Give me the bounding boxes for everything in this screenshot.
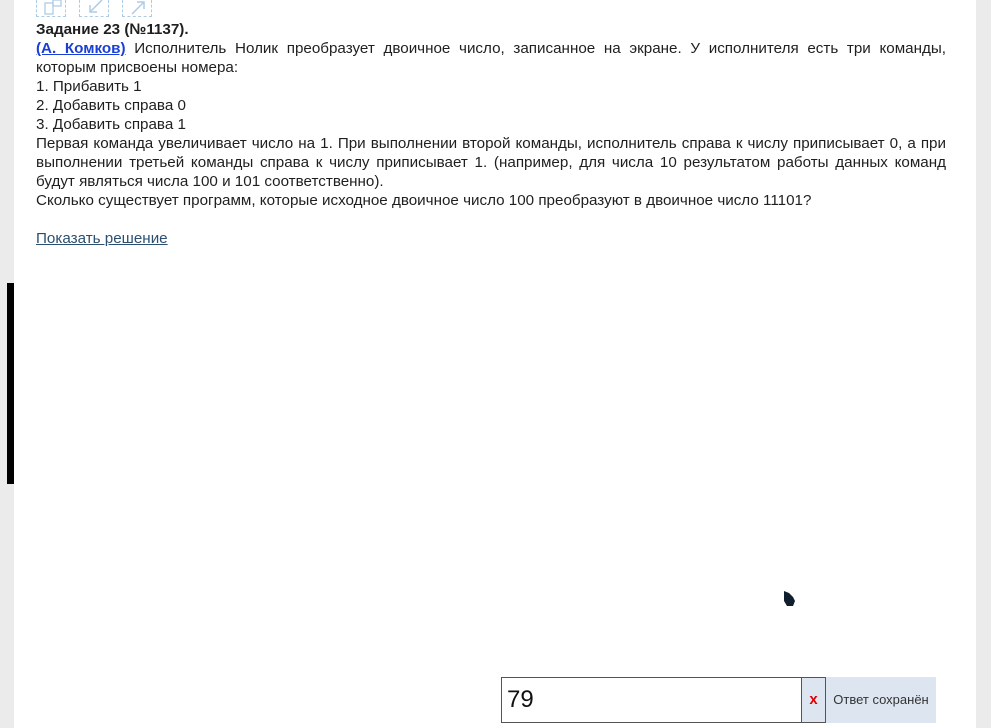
hand-cursor-icon: [781, 589, 797, 614]
author-link[interactable]: (А. Комков): [36, 40, 126, 57]
show-solution-link[interactable]: Показать решение: [36, 229, 168, 248]
intro-text: Исполнитель Нолик преобразует двоичное ч…: [36, 40, 946, 76]
fullscreen-icon[interactable]: [36, 0, 66, 17]
scroll-marker: [7, 283, 14, 484]
task-content: Задание 23 (№1137). (А. Комков) Исполнит…: [36, 20, 946, 248]
task-explanation: Первая команда увеличивает число на 1. П…: [36, 135, 946, 190]
command-1: 1. Прибавить 1: [36, 78, 142, 95]
task-title: Задание 23 (№1137).: [36, 21, 189, 38]
task-question: Сколько существует программ, которые исх…: [36, 192, 812, 209]
right-margin: [976, 0, 991, 728]
command-3: 3. Добавить справа 1: [36, 116, 186, 133]
clear-answer-button[interactable]: x: [802, 677, 826, 723]
expand-icon[interactable]: [122, 0, 152, 17]
answer-saved-status: Ответ сохранён: [826, 677, 936, 723]
collapse-icon[interactable]: [79, 0, 109, 17]
task-intro: (А. Комков) Исполнитель Нолик преобразуе…: [36, 39, 946, 77]
answer-input[interactable]: 79: [501, 677, 802, 723]
task-toolbar: [36, 0, 152, 18]
command-2: 2. Добавить справа 0: [36, 97, 186, 114]
